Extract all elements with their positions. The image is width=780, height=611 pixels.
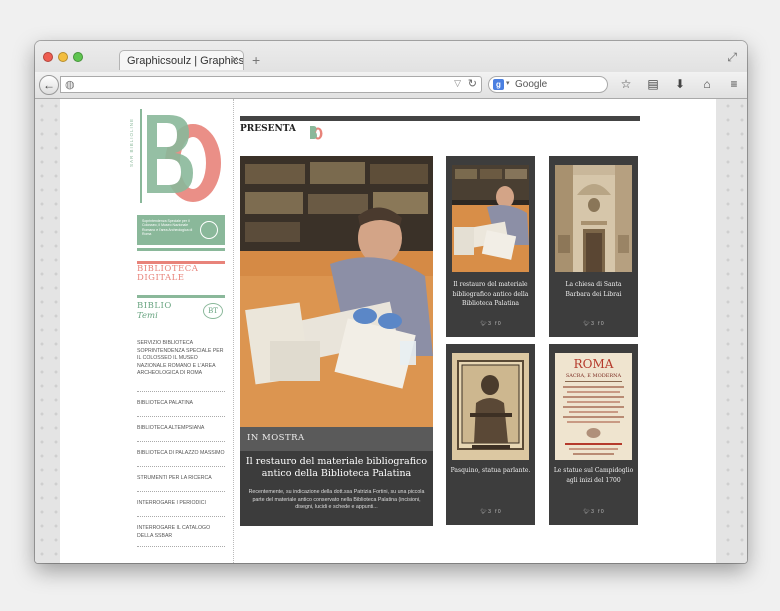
article-card[interactable]: Il restauro del materiale bibliografico … bbox=[446, 156, 535, 337]
article-card[interactable]: ROMA SACRA, E MODERNA Le statue sul Camp… bbox=[549, 344, 638, 525]
menu-icon[interactable]: ≡ bbox=[727, 77, 741, 91]
card-meta: 🐦︎ 3 f 0 bbox=[549, 509, 638, 515]
bookmark-star-icon[interactable]: ☆ bbox=[619, 77, 633, 91]
sidebar-item-biblioteca-altempsiana[interactable]: BIBLIOTECA ALTEMPSIANA bbox=[137, 417, 225, 442]
card-title[interactable]: La chiesa di Santa Barbara dei Librai bbox=[553, 280, 634, 299]
globe-icon: ◍ bbox=[65, 79, 75, 91]
article-card[interactable]: La chiesa di Santa Barbara dei Librai 🐦︎… bbox=[549, 156, 638, 337]
card-meta: 🐦︎ 3 f 0 bbox=[446, 321, 535, 327]
tab-close-icon[interactable]: × bbox=[232, 54, 238, 66]
navigation-toolbar: ← ◍ ▽ ↻ g ▾ Google ☆ ▤ ⬇ ⌂ ≡ bbox=[35, 72, 747, 98]
feature-body: Il restauro del materiale bibliografico … bbox=[240, 451, 433, 526]
feature-title[interactable]: Il restauro del materiale bibliografico … bbox=[245, 456, 428, 480]
twitter-icon[interactable]: 🐦︎ bbox=[583, 509, 589, 515]
svg-text:SACRA, E MODERNA: SACRA, E MODERNA bbox=[566, 373, 622, 379]
facebook-count: 0 bbox=[497, 509, 501, 515]
biblioteca-digitale-link[interactable]: BIBLIOTECA DIGITALE bbox=[137, 265, 198, 283]
card-image[interactable]: ROMA SACRA, E MODERNA bbox=[555, 353, 632, 460]
url-bar[interactable]: ◍ ▽ ↻ bbox=[60, 76, 482, 93]
bo-logo[interactable]: SAR BIBLIOLINE bbox=[129, 109, 227, 204]
reading-list-icon[interactable]: ▤ bbox=[646, 77, 660, 91]
new-tab-button[interactable]: + bbox=[252, 52, 260, 68]
republic-emblem-icon bbox=[200, 221, 218, 239]
card-meta: 🐦︎ 3 f 0 bbox=[549, 321, 638, 327]
ssba-text: Soprintendenza Speciale per il Colosseo,… bbox=[142, 219, 193, 236]
sidebar-item-biblioteca-palatina[interactable]: BIBLIOTECA PALATINA bbox=[137, 392, 225, 417]
twitter-count: 3 bbox=[591, 321, 594, 327]
divider bbox=[137, 248, 225, 251]
facebook-icon[interactable]: f bbox=[598, 321, 599, 327]
featured-article[interactable]: IN MOSTRA Il restauro del materiale bibl… bbox=[240, 156, 433, 526]
sidebar-item-strumenti-ricerca[interactable]: STRUMENTI PER LA RICERCA bbox=[137, 467, 225, 492]
tab-title: Graphicsoulz | Graphicso bbox=[127, 55, 244, 67]
fullscreen-icon[interactable]: ⤢ bbox=[727, 50, 737, 65]
biblio-temi-title[interactable]: BIBLIO bbox=[137, 301, 172, 311]
home-icon[interactable]: ⌂ bbox=[700, 77, 714, 91]
facebook-icon[interactable]: f bbox=[495, 321, 496, 327]
bt-badge-icon[interactable]: BT bbox=[203, 303, 223, 319]
zoom-window-button[interactable] bbox=[73, 52, 83, 62]
sidebar: SAR BIBLIOLINE Soprintendenza Speciale p… bbox=[129, 99, 227, 563]
sidebar-menu: SERVIZIO BIBLIOTECA SOPRINTENDENZA SPECI… bbox=[137, 340, 225, 547]
url-dropdown-icon[interactable]: ▽ bbox=[454, 78, 461, 89]
logo-side-text: SAR BIBLIOLINE bbox=[129, 117, 134, 167]
facebook-count: 0 bbox=[497, 321, 501, 327]
mini-bo-logo-icon bbox=[310, 126, 323, 140]
twitter-count: 3 bbox=[591, 509, 594, 515]
card-meta: 🐦︎ 3 f 0 bbox=[446, 509, 535, 515]
card-image[interactable] bbox=[452, 353, 529, 460]
sidebar-item-interrogare-catalogo[interactable]: INTERROGARE IL CATALOGO DELLA SSBAR bbox=[137, 517, 225, 547]
facebook-count: 0 bbox=[600, 321, 604, 327]
twitter-icon[interactable]: 🐦︎ bbox=[480, 509, 486, 515]
minimize-window-button[interactable] bbox=[58, 52, 68, 62]
window-controls bbox=[43, 52, 83, 62]
twitter-count: 3 bbox=[488, 509, 491, 515]
twitter-count: 3 bbox=[488, 321, 491, 327]
facebook-icon[interactable]: f bbox=[495, 509, 496, 515]
facebook-icon[interactable]: f bbox=[598, 509, 599, 515]
browser-chrome: Graphicsoulz | Graphicso × + ⤢ ← ◍ ▽ ↻ g… bbox=[35, 41, 747, 99]
toolbar-icons: ☆ ▤ ⬇ ⌂ ≡ bbox=[619, 77, 741, 91]
search-placeholder: Google bbox=[515, 79, 548, 90]
category-bar: IN MOSTRA bbox=[240, 427, 433, 451]
close-window-button[interactable] bbox=[43, 52, 53, 62]
card-title[interactable]: Le statue sul Campidoglio agli inizi del… bbox=[553, 466, 634, 485]
twitter-icon[interactable]: 🐦︎ bbox=[583, 321, 589, 327]
reload-icon[interactable]: ↻ bbox=[468, 77, 477, 90]
feature-excerpt: Recentemente, su indicazione della dott.… bbox=[248, 489, 425, 510]
browser-tab[interactable]: Graphicsoulz | Graphicso × bbox=[119, 50, 244, 70]
card-image[interactable] bbox=[452, 165, 529, 272]
page-viewport: SAR BIBLIOLINE Soprintendenza Speciale p… bbox=[35, 99, 747, 563]
header-bar bbox=[240, 116, 640, 121]
page-content: SAR BIBLIOLINE Soprintendenza Speciale p… bbox=[60, 99, 716, 563]
card-image[interactable] bbox=[555, 165, 632, 272]
sidebar-item-palazzo-massimo[interactable]: BIBLIOTECA DI PALAZZO MASSIMO bbox=[137, 442, 225, 467]
ssba-banner[interactable]: Soprintendenza Speciale per il Colosseo,… bbox=[137, 215, 225, 245]
biblio-temi-subtitle[interactable]: Temi bbox=[137, 311, 158, 321]
section-title: PRESENTA bbox=[240, 124, 296, 134]
facebook-count: 0 bbox=[600, 509, 604, 515]
search-input[interactable]: g ▾ Google bbox=[488, 76, 608, 93]
back-button[interactable]: ← bbox=[39, 75, 59, 95]
card-title[interactable]: Pasquino, statua parlante. bbox=[450, 466, 531, 476]
sidebar-item-interrogare-periodici[interactable]: INTERROGARE I PERIODICI bbox=[137, 492, 225, 517]
browser-window: Graphicsoulz | Graphicso × + ⤢ ← ◍ ▽ ↻ g… bbox=[35, 41, 747, 563]
search-engine-dropdown-icon[interactable]: ▾ bbox=[506, 79, 510, 87]
category-label[interactable]: IN MOSTRA bbox=[247, 433, 305, 443]
sidebar-divider bbox=[233, 99, 234, 563]
feature-image[interactable] bbox=[240, 156, 433, 427]
card-title[interactable]: Il restauro del materiale bibliografico … bbox=[450, 280, 531, 309]
sidebar-item-servizio-biblioteca[interactable]: SERVIZIO BIBLIOTECA SOPRINTENDENZA SPECI… bbox=[137, 340, 225, 392]
bo-logo-icon bbox=[140, 109, 221, 203]
divider bbox=[137, 295, 225, 298]
download-icon[interactable]: ⬇ bbox=[673, 77, 687, 91]
twitter-icon[interactable]: 🐦︎ bbox=[480, 321, 486, 327]
article-card[interactable]: Pasquino, statua parlante. 🐦︎ 3 f 0 bbox=[446, 344, 535, 525]
google-g-icon: g bbox=[493, 79, 504, 90]
svg-text:ROMA: ROMA bbox=[574, 357, 614, 371]
